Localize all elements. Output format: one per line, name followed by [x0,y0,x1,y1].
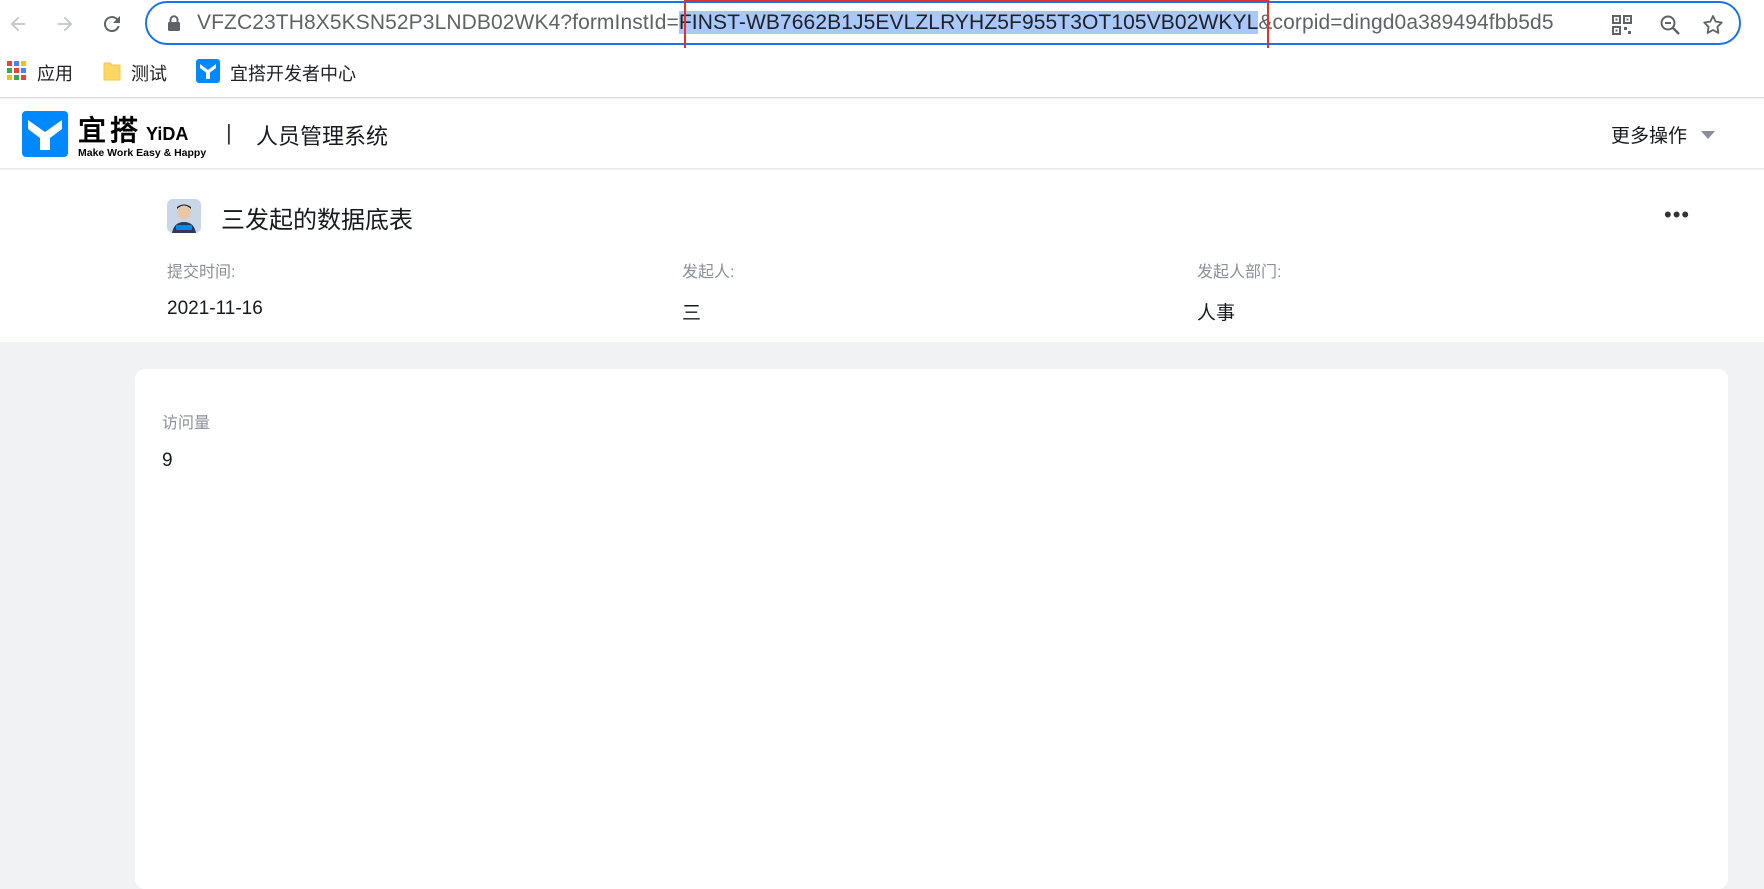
forward-button[interactable] [49,8,81,40]
app-header: 宜搭 YiDA Make Work Easy & Happy | 人员管理系统 更… [0,99,1764,169]
yida-logo-icon [22,111,68,157]
record-header: 三发起的数据底表 ••• 提交时间: 2021-11-16 发起人: 三 发起人… [0,170,1764,342]
yida-logo[interactable] [22,111,68,157]
more-actions-label: 更多操作 [1611,126,1688,147]
record-title: 三发起的数据底表 [221,207,413,234]
url-suffix: &corpid=dingd0a389494fbb5d5 [1258,11,1554,34]
field-value: 9 [162,450,173,471]
zoom-out-icon [1660,15,1680,35]
browser-toolbar: VFZC23TH8X5KSN52P3LNDB02WK4?formInstId=F… [0,0,1764,52]
bookmark-apps[interactable]: 应用 [7,58,73,88]
caret-down-icon [1701,130,1716,139]
bookmark-label: 测试 [131,64,167,84]
url-text[interactable]: VFZC23TH8X5KSN52P3LNDB02WK4?formInstId=F… [197,3,1597,43]
meta-label: 提交时间: [167,264,236,281]
meta-initiator: 发起人: 三 [682,258,734,325]
lock-icon [167,15,181,36]
header-separator: | [226,120,232,145]
folder-icon [103,60,121,87]
meta-value: 2021-11-16 [167,298,263,319]
yida-logo-icon [196,58,220,88]
brand: 宜搭 YiDA Make Work Easy & Happy [78,109,206,159]
zoom-button[interactable] [1656,11,1684,39]
brand-name-en: YiDA [146,124,189,144]
address-bar[interactable]: VFZC23TH8X5KSN52P3LNDB02WK4?formInstId=F… [145,1,1741,45]
qr-code-button[interactable] [1608,11,1636,39]
meta-initiator-department: 发起人部门: 人事 [1197,258,1281,325]
more-icon[interactable]: ••• [1664,202,1690,228]
meta-submit-time: 提交时间: 2021-11-16 [167,258,263,320]
form-card: 访问量 9 [135,369,1728,889]
meta-value: 人事 [1197,303,1236,324]
avatar [167,199,201,233]
bookmarks-bar: 应用 测试 宜搭开发者中心 [0,48,1764,98]
arrow-right-icon [57,16,73,32]
reload-icon [103,16,120,33]
back-button[interactable] [2,8,34,40]
meta-label: 发起人: [682,264,735,281]
url-prefix: VFZC23TH8X5KSN52P3LNDB02WK4?formInstId= [197,11,679,34]
bookmark-yida-developer[interactable]: 宜搭开发者中心 [196,58,356,88]
reload-button[interactable] [96,8,128,40]
bookmark-star-button[interactable] [1699,11,1727,39]
bookmark-test-folder[interactable]: 测试 [103,58,167,88]
brand-name-cn: 宜搭 [78,115,143,146]
star-icon [1703,15,1723,34]
meta-value: 三 [682,303,702,324]
more-actions-dropdown[interactable]: 更多操作 [1611,121,1716,148]
meta-label: 发起人部门: [1197,264,1282,281]
arrow-left-icon [10,16,26,32]
field-label: 访问量 [162,415,211,432]
bookmark-label: 应用 [37,64,73,84]
url-selected-text: FINST-WB7662B1J5EVLZLRYHZ5F955T3OT105VB0… [678,11,1259,34]
system-title[interactable]: 人员管理系统 [256,119,388,151]
qr-code-icon [1612,15,1632,35]
apps-grid-icon [7,60,27,86]
bookmark-label: 宜搭开发者中心 [230,64,356,84]
brand-tagline: Make Work Easy & Happy [78,147,207,159]
